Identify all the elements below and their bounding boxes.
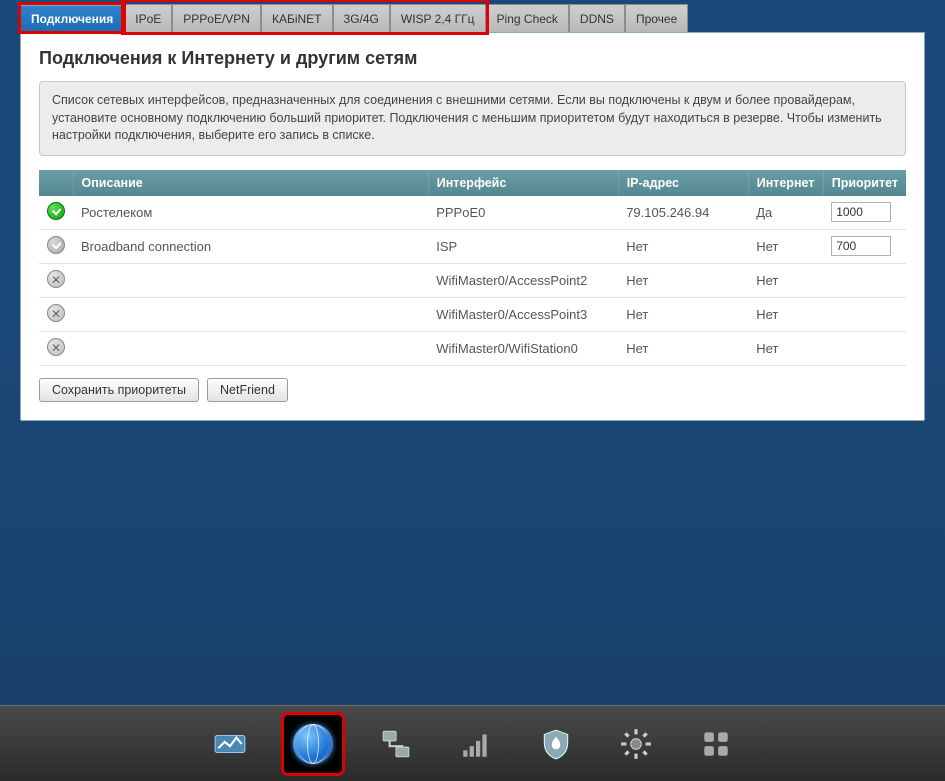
- lan-icon[interactable]: [370, 718, 422, 770]
- status-disabled-icon: [47, 338, 65, 356]
- cell-inet: Нет: [748, 331, 823, 365]
- internet-icon[interactable]: [284, 715, 342, 773]
- cell-ip: Нет: [618, 331, 748, 365]
- netfriend-button[interactable]: NetFriend: [207, 378, 288, 402]
- tab--inet[interactable]: КАБiNET: [261, 4, 333, 32]
- globe-icon: [293, 724, 333, 764]
- th-inet: Интернет: [748, 170, 823, 196]
- tab-pppoe-vpn[interactable]: PPPoE/VPN: [172, 4, 261, 32]
- firewall-icon[interactable]: [530, 718, 582, 770]
- priority-input[interactable]: [831, 236, 891, 256]
- th-status: [39, 170, 73, 196]
- page-title: Подключения к Интернету и другим сетям: [39, 48, 906, 69]
- cell-inet: Нет: [748, 297, 823, 331]
- status-disabled-icon: [47, 304, 65, 322]
- table-row[interactable]: WifiMaster0/WifiStation0НетНет: [39, 331, 906, 365]
- cell-desc: Broadband connection: [73, 229, 428, 263]
- stats-icon[interactable]: [204, 718, 256, 770]
- stats-icon: [213, 727, 247, 761]
- tab-ddns[interactable]: DDNS: [569, 4, 625, 32]
- cell-ip: Нет: [618, 229, 748, 263]
- cell-inet: Нет: [748, 263, 823, 297]
- button-row: Сохранить приоритеты NetFriend: [39, 378, 906, 402]
- tab-3g-4g[interactable]: 3G/4G: [333, 4, 390, 32]
- th-prio: Приоритет: [823, 170, 906, 196]
- th-ip: IP-адрес: [618, 170, 748, 196]
- lan-icon: [379, 727, 413, 761]
- table-row[interactable]: Broadband connectionISPНетНет: [39, 229, 906, 263]
- cell-desc: [73, 263, 428, 297]
- cell-inet: Нет: [748, 229, 823, 263]
- cell-desc: Ростелеком: [73, 196, 428, 230]
- status-disabled-icon: [47, 270, 65, 288]
- cell-iface: WifiMaster0/WifiStation0: [428, 331, 618, 365]
- tab-ipoe[interactable]: IPoE: [124, 4, 172, 32]
- settings-icon[interactable]: [610, 718, 662, 770]
- settings-icon: [619, 727, 653, 761]
- status-ok-icon: [47, 202, 65, 220]
- table-row[interactable]: РостелекомPPPoE079.105.246.94Да: [39, 196, 906, 230]
- apps-icon[interactable]: [690, 718, 742, 770]
- priority-input[interactable]: [831, 202, 891, 222]
- wifi-icon: [459, 727, 493, 761]
- firewall-icon: [539, 727, 573, 761]
- table-row[interactable]: WifiMaster0/AccessPoint2НетНет: [39, 263, 906, 297]
- wifi-icon[interactable]: [450, 718, 502, 770]
- cell-ip: Нет: [618, 263, 748, 297]
- cell-iface: WifiMaster0/AccessPoint2: [428, 263, 618, 297]
- cell-iface: PPPoE0: [428, 196, 618, 230]
- th-desc: Описание: [73, 170, 428, 196]
- cell-iface: WifiMaster0/AccessPoint3: [428, 297, 618, 331]
- th-iface: Интерфейс: [428, 170, 618, 196]
- cell-inet: Да: [748, 196, 823, 230]
- tab-wisp-2-4-[interactable]: WISP 2,4 ГГц: [390, 4, 486, 32]
- main-panel: Подключения к Интернету и другим сетям С…: [20, 32, 925, 421]
- cell-desc: [73, 331, 428, 365]
- cell-ip: 79.105.246.94: [618, 196, 748, 230]
- status-neutral-icon: [47, 236, 65, 254]
- tab--[interactable]: Подключения: [20, 4, 124, 32]
- connections-table: Описание Интерфейс IP-адрес Интернет При…: [39, 170, 906, 366]
- tab-ping-check[interactable]: Ping Check: [486, 4, 569, 32]
- bottom-dock: [0, 705, 945, 781]
- cell-iface: ISP: [428, 229, 618, 263]
- tab-bar: ПодключенияIPoEPPPoE/VPNКАБiNET3G/4GWISP…: [0, 0, 945, 32]
- save-priorities-button[interactable]: Сохранить приоритеты: [39, 378, 199, 402]
- info-box: Список сетевых интерфейсов, предназначен…: [39, 81, 906, 156]
- cell-ip: Нет: [618, 297, 748, 331]
- cell-desc: [73, 297, 428, 331]
- apps-icon: [699, 727, 733, 761]
- tab--[interactable]: Прочее: [625, 4, 688, 32]
- table-row[interactable]: WifiMaster0/AccessPoint3НетНет: [39, 297, 906, 331]
